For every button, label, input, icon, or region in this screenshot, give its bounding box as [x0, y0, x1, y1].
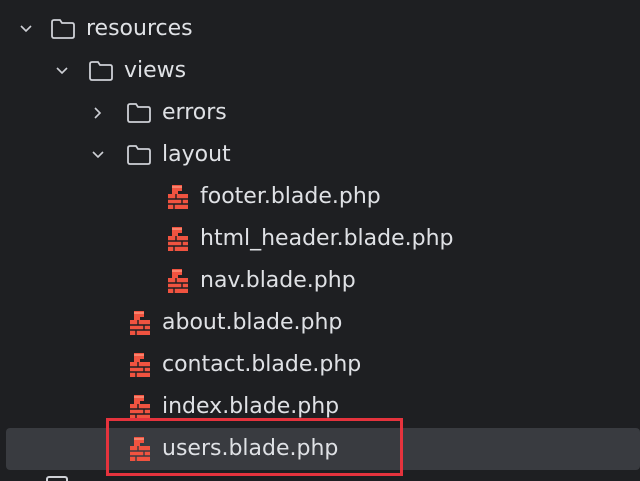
blade-file-icon [164, 183, 192, 211]
chevron-down-icon[interactable] [16, 19, 36, 39]
folder-icon [46, 476, 68, 481]
tree-item-html-header[interactable]: html_header.blade.php [0, 218, 640, 260]
blade-file-icon [126, 393, 154, 421]
blade-file-icon [164, 225, 192, 253]
tree-item-contact[interactable]: contact.blade.php [0, 344, 640, 386]
folder-icon [88, 60, 114, 82]
folder-label: layout [162, 142, 231, 167]
tree-item-about[interactable]: about.blade.php [0, 302, 640, 344]
folder-label: resources [86, 16, 193, 41]
project-tree: resources views errors layout footer.bla… [0, 0, 640, 481]
annotation-highlight-box [106, 418, 403, 476]
folder-icon [50, 18, 76, 40]
tree-item-nav[interactable]: nav.blade.php [0, 260, 640, 302]
folder-label: errors [162, 100, 227, 125]
file-label: html_header.blade.php [200, 226, 454, 251]
chevron-down-icon[interactable] [52, 61, 72, 81]
blade-file-icon [126, 309, 154, 337]
file-label: about.blade.php [162, 310, 343, 335]
file-label: nav.blade.php [200, 268, 356, 293]
file-label: contact.blade.php [162, 352, 362, 377]
file-label: footer.blade.php [200, 184, 381, 209]
tree-item-views[interactable]: views [0, 50, 640, 92]
folder-label: views [124, 58, 187, 83]
tree-item-resources[interactable]: resources [0, 8, 640, 50]
tree-item-layout[interactable]: layout [0, 134, 640, 176]
folder-icon [126, 144, 152, 166]
blade-file-icon [164, 267, 192, 295]
blade-file-icon [126, 351, 154, 379]
tree-item-footer[interactable]: footer.blade.php [0, 176, 640, 218]
chevron-right-icon[interactable] [88, 103, 108, 123]
chevron-down-icon[interactable] [88, 145, 108, 165]
tree-item-errors[interactable]: errors [0, 92, 640, 134]
folder-icon [126, 102, 152, 124]
